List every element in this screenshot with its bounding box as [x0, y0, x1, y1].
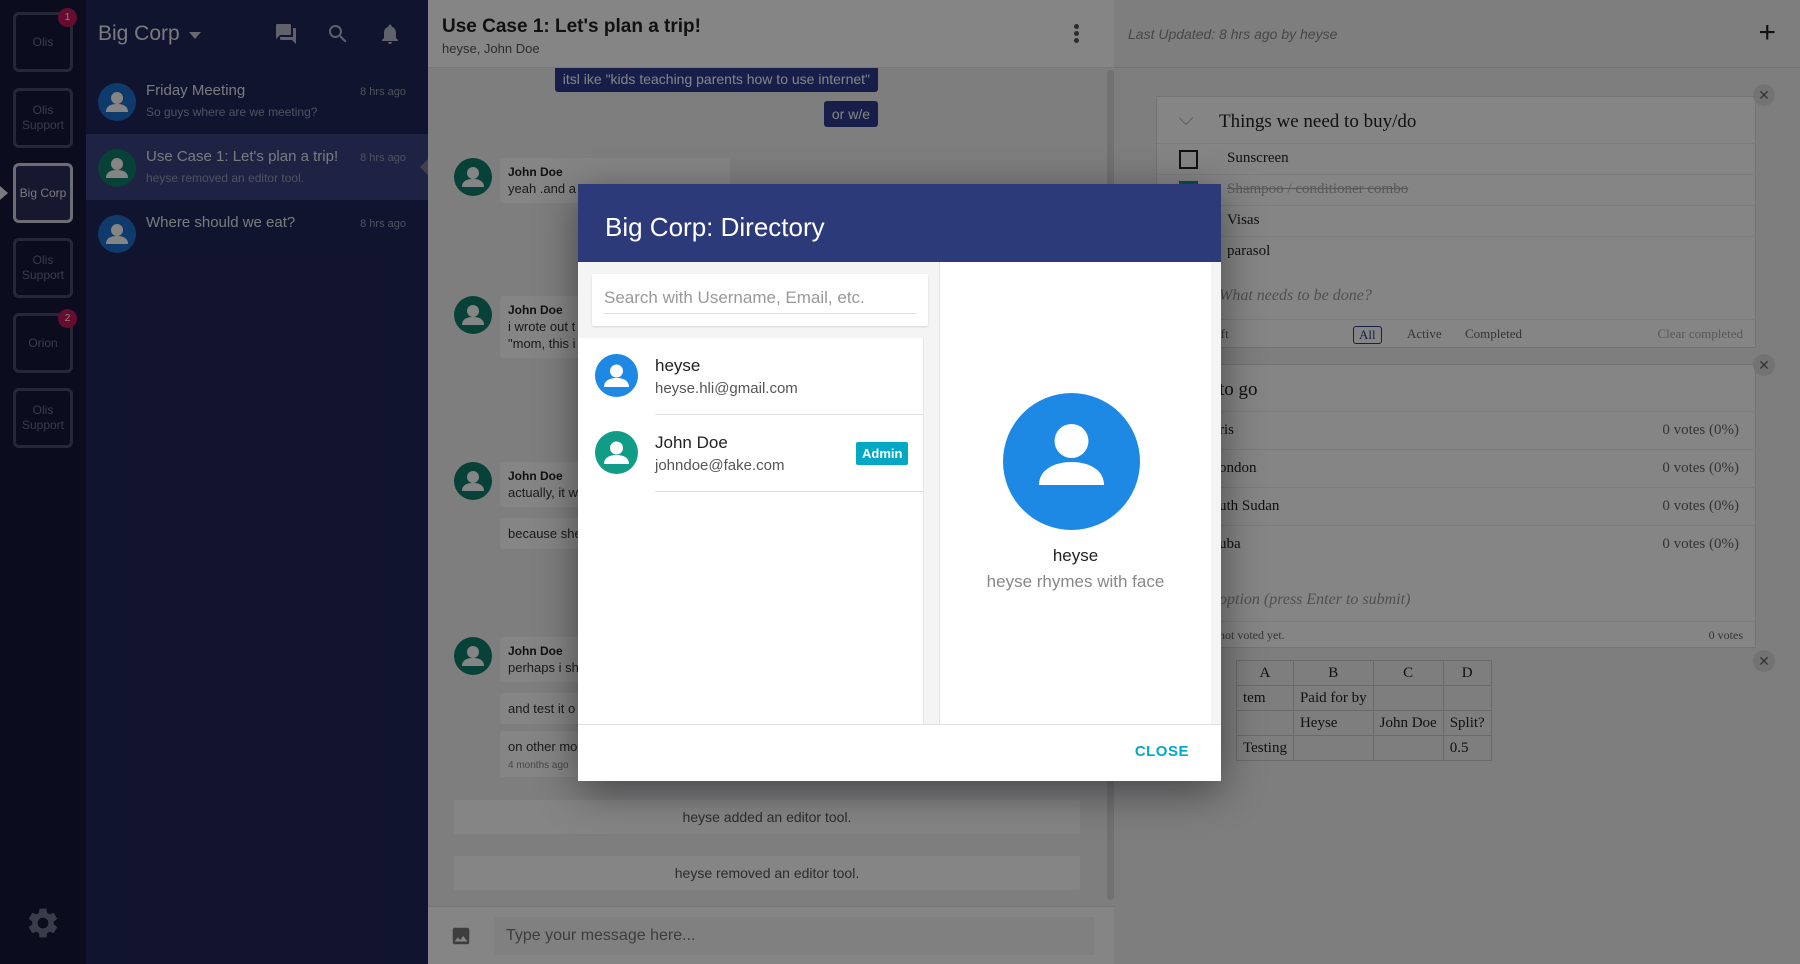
- avatar: [595, 354, 638, 397]
- admin-badge: Admin: [856, 442, 909, 465]
- user-item-john-doe[interactable]: John Doe johndoe@fake.com Admin: [578, 415, 924, 492]
- person-icon: [1039, 424, 1104, 485]
- person-icon: [604, 364, 629, 387]
- modal-title: Big Corp: Directory: [578, 184, 1221, 262]
- user-name: John Doe: [655, 433, 728, 452]
- modal-footer: CLOSE: [578, 724, 1221, 781]
- user-item-heyse[interactable]: heyse heyse.hli@gmail.com: [578, 338, 924, 415]
- close-button[interactable]: CLOSE: [1135, 743, 1189, 760]
- directory-modal: Big Corp: Directory heyse heyse.hli@gmai…: [578, 184, 1221, 781]
- person-icon: [604, 441, 629, 464]
- user-name: heyse: [655, 356, 701, 375]
- avatar: [595, 431, 638, 474]
- user-email: johndoe@fake.com: [655, 457, 785, 474]
- directory-search: [592, 274, 928, 326]
- user-list: heyse heyse.hli@gmail.com John Doe johnd…: [578, 338, 924, 724]
- profile-pane: heyse heyse rhymes with face: [940, 262, 1221, 724]
- user-email: heyse.hli@gmail.com: [655, 380, 798, 397]
- profile-bio: heyse rhymes with face: [986, 572, 1165, 591]
- directory-search-input[interactable]: [604, 282, 916, 314]
- profile-avatar: [1003, 393, 1140, 530]
- divider: [655, 491, 924, 492]
- directory-list-pane: heyse heyse.hli@gmail.com John Doe johnd…: [578, 262, 940, 724]
- profile-name: heyse: [1052, 546, 1099, 565]
